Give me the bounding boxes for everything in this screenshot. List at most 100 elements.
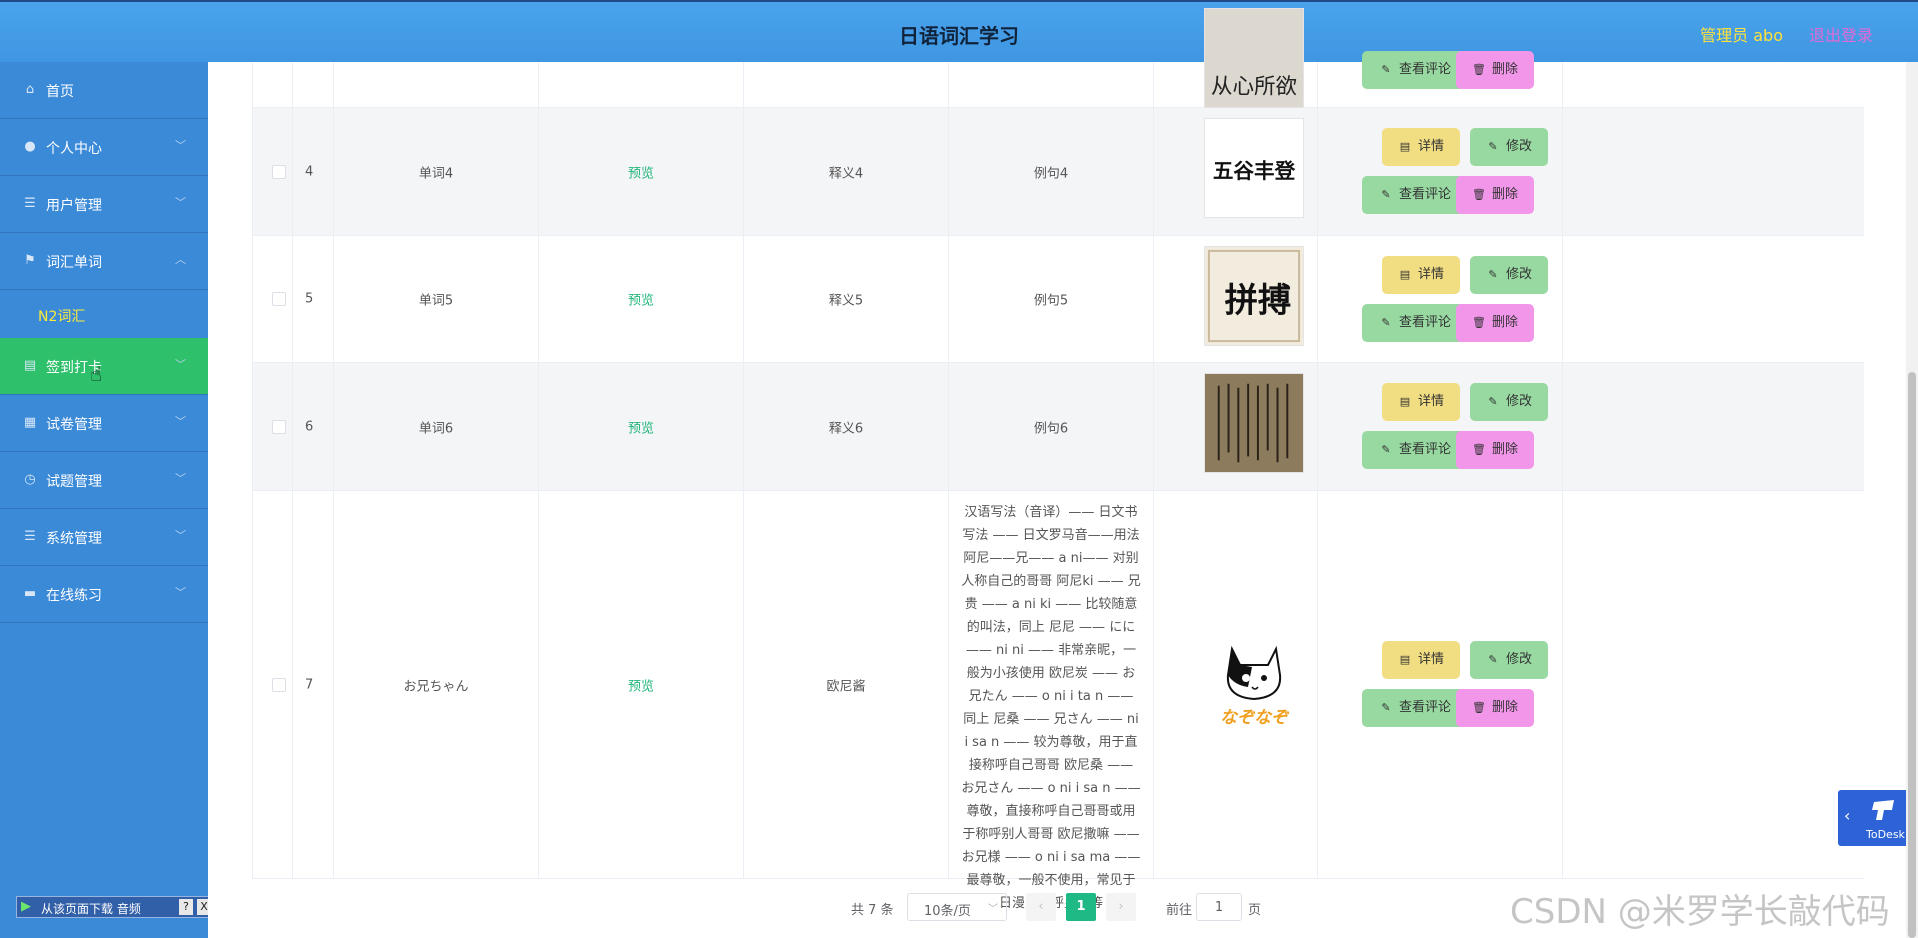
monitor-icon: ▬: [23, 586, 37, 601]
app-title: 日语词汇学习: [899, 24, 1019, 48]
calligraphy-image[interactable]: [1204, 373, 1304, 473]
preview-link[interactable]: 预览: [539, 675, 743, 694]
mouse-cursor-icon: ☝: [90, 362, 103, 386]
calligraphy-image[interactable]: 拼搏: [1204, 246, 1304, 346]
row-index: 5: [305, 291, 314, 307]
document-icon: ▤: [1399, 653, 1411, 666]
sidebar-item-label: 用户管理: [46, 198, 102, 214]
row-index: 4: [305, 164, 314, 179]
next-page-button[interactable]: ›: [1106, 893, 1136, 921]
sidebar-item-personal-center[interactable]: ● 个人中心 ﹀: [0, 119, 208, 176]
detail-button[interactable]: ▤ 详情: [1382, 383, 1460, 421]
chevron-down-icon: ﹀: [175, 529, 186, 542]
index-cell: [293, 62, 334, 107]
sidebar-item-question-management[interactable]: ◷ 试题管理 ﹀: [0, 452, 208, 509]
row-checkbox[interactable]: [272, 419, 286, 434]
goto-page-input[interactable]: [1196, 893, 1242, 921]
top-header: 日语词汇学习 管理员 abo 退出登录: [0, 0, 1918, 62]
edit-icon: ✎: [1488, 140, 1498, 153]
user-icon: ●: [24, 139, 36, 154]
edit-icon: ✎: [1381, 701, 1391, 714]
edit-button[interactable]: ✎ 修改: [1470, 256, 1548, 294]
example-text: 汉语写法（音译）—— 日文书写法 —— 日文罗马音——用法 阿尼——兄—— a …: [961, 505, 1141, 911]
view-comments-button[interactable]: ✎ 查看评论: [1362, 689, 1468, 727]
admin-username: 管理员 abo: [1700, 26, 1783, 45]
sidebar-item-exam-management[interactable]: ▦ 试卷管理 ﹀: [0, 395, 208, 452]
edit-icon: ✎: [1381, 188, 1391, 201]
preview-link[interactable]: 预览: [539, 162, 743, 181]
todesk-widget[interactable]: ‹ ToDesk: [1838, 790, 1906, 846]
help-icon[interactable]: ?: [179, 899, 193, 915]
sidebar-item-label: 个人中心: [46, 141, 102, 157]
detail-button[interactable]: ▤ 详情: [1382, 128, 1460, 166]
page-size-select[interactable]: 10条/页 ﹀: [907, 893, 1007, 921]
cat-image[interactable]: なぞなぞ: [1204, 631, 1304, 731]
detail-button[interactable]: ▤ 详情: [1382, 256, 1460, 294]
example-text: 例句5: [1033, 293, 1069, 309]
scrollbar-thumb[interactable]: [1908, 372, 1916, 938]
word-text: 单词6: [418, 421, 454, 436]
prev-page-button[interactable]: ‹: [1026, 893, 1056, 921]
edit-button[interactable]: ✎ 修改: [1470, 128, 1548, 166]
play-icon[interactable]: ▶: [21, 899, 31, 914]
row-checkbox[interactable]: [272, 677, 286, 692]
table-row: 7 お兄ちゃん 预览 欧尼酱 汉语写法（音译）—— 日文书写法 —— 日文罗马音…: [252, 491, 1864, 911]
watermark: CSDN @米罗学长敲代码: [1510, 892, 1890, 932]
goto-suffix: 页: [1248, 903, 1262, 918]
delete-button[interactable]: 🗑 删除: [1456, 51, 1534, 89]
list-icon: ☰: [24, 529, 36, 544]
view-comments-button[interactable]: ✎ 查看评论: [1362, 304, 1468, 342]
delete-button[interactable]: 🗑 删除: [1456, 689, 1534, 727]
sidebar-item-label: 首页: [46, 84, 74, 100]
sidebar-subitem-n2[interactable]: N2词汇: [0, 290, 208, 338]
delete-button[interactable]: 🗑 删除: [1456, 431, 1534, 469]
word-text: 单词5: [418, 293, 454, 309]
view-comments-button[interactable]: ✎ 查看评论: [1362, 51, 1468, 89]
word-text: 单词4: [418, 166, 454, 181]
flag-icon: ⚑: [24, 253, 36, 268]
calendar-icon: ▤: [23, 358, 37, 373]
sidebar-item-system-management[interactable]: ☰ 系统管理 ﹀: [0, 509, 208, 566]
detail-button[interactable]: ▤ 详情: [1382, 641, 1460, 679]
calligraphy-image[interactable]: 五谷丰登: [1204, 118, 1304, 218]
delete-button[interactable]: 🗑 删除: [1456, 176, 1534, 214]
preview-cell: [539, 62, 744, 107]
logout-link[interactable]: 退出登录: [1809, 22, 1873, 46]
home-icon: ⌂: [25, 82, 35, 97]
view-comments-button[interactable]: ✎ 查看评论: [1362, 431, 1468, 469]
sidebar-item-home[interactable]: ⌂ 首页: [0, 62, 208, 119]
chevron-down-icon: ﹀: [175, 196, 186, 209]
audio-download-label[interactable]: 从该页面下载 音频: [41, 900, 141, 917]
document-icon: ▤: [1399, 395, 1411, 408]
sidebar-item-label: 试题管理: [46, 474, 102, 490]
edit-button[interactable]: ✎ 修改: [1470, 641, 1548, 679]
chevron-down-icon: ﹀: [175, 358, 186, 371]
meaning-cell: [744, 62, 949, 107]
example-cell: [949, 62, 1154, 107]
todesk-logo-icon: [1872, 800, 1894, 820]
edit-icon: ✎: [1381, 316, 1391, 329]
view-comments-button[interactable]: ✎ 查看评论: [1362, 176, 1468, 214]
page-number-button[interactable]: 1: [1066, 893, 1096, 921]
row-index: 6: [305, 419, 314, 434]
sidebar-item-label: N2词汇: [38, 309, 86, 325]
delete-button[interactable]: 🗑 删除: [1456, 304, 1534, 342]
sidebar-item-online-practice[interactable]: ▬ 在线练习 ﹀: [0, 566, 208, 623]
trash-icon: 🗑: [1472, 701, 1486, 714]
table-row: 5 单词5 预览 释义5 例句5 拼搏 ▤ 详情 ✎ 修改 ✎ 查看评论 🗑 删除: [252, 236, 1864, 363]
audio-download-toolbar[interactable]: ▶ 从该页面下载 音频 ? X: [16, 896, 216, 918]
vertical-scrollbar[interactable]: [1906, 62, 1918, 938]
preview-link[interactable]: 预览: [539, 417, 743, 436]
sidebar-item-user-management[interactable]: ☰ 用户管理 ﹀: [0, 176, 208, 233]
sidebar-item-checkin[interactable]: ▤ 签到打卡 ﹀: [0, 338, 208, 395]
edit-icon: ✎: [1488, 395, 1498, 408]
svg-text:从心所欲: 从心所欲: [1211, 74, 1297, 99]
row-checkbox[interactable]: [272, 292, 286, 306]
row-checkbox[interactable]: [272, 164, 286, 179]
sidebar-item-vocabulary[interactable]: ⚑ 词汇单词 ︿: [0, 233, 208, 290]
preview-link[interactable]: 预览: [539, 290, 743, 309]
chevron-down-icon: ﹀: [175, 586, 186, 599]
edit-button[interactable]: ✎ 修改: [1470, 383, 1548, 421]
clock-icon: ◷: [24, 472, 36, 487]
chevron-left-icon: ‹: [1844, 806, 1851, 825]
